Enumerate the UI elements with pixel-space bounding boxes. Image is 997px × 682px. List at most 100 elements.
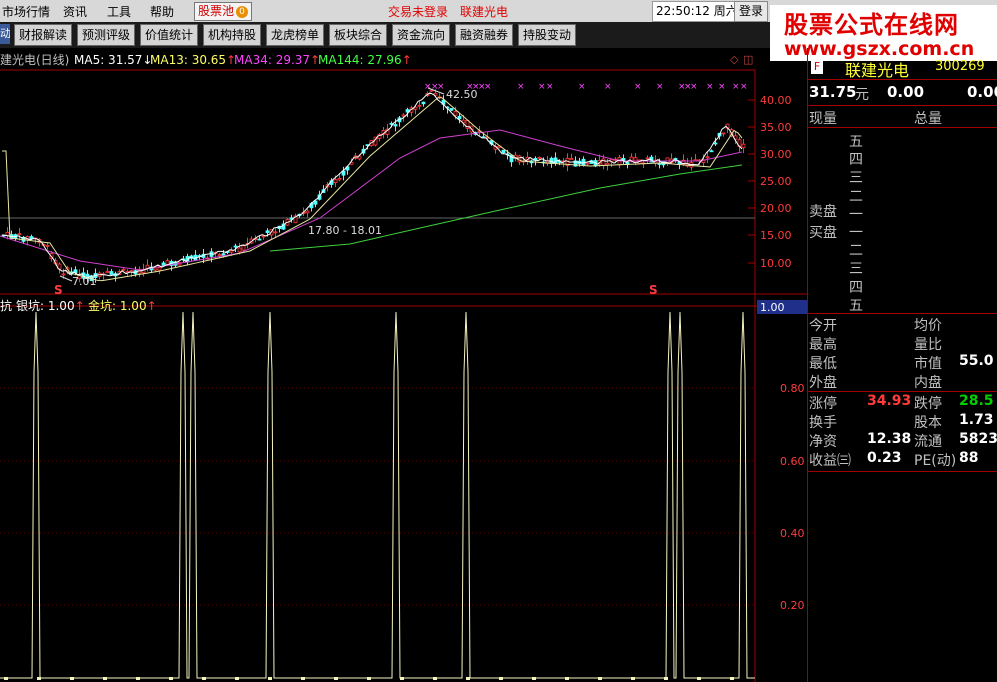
order-level-8: 四 [849,279,863,296]
sub-current-value: 1.00 [760,301,785,314]
sep-3 [807,127,997,128]
candle-body [457,115,462,120]
order-level-1: 四 [849,152,863,169]
candle-body [421,101,426,105]
tab-sector[interactable]: 板块综合 [329,24,388,46]
quote-stock-name: 联建光电 [845,61,910,80]
tab-capital-flow[interactable]: 资金流向 [392,24,451,46]
signal-x-mark: × [706,82,714,92]
menu-news[interactable]: 资讯 [63,3,87,20]
fields-left-label-0: 今开 [809,318,837,334]
price-tick-label: 35.00 [760,121,792,134]
order-level-2: 三 [849,170,863,187]
tab-value-stats[interactable]: 价值统计 [140,24,199,46]
fields2-right-value-0: 28.5 [959,393,994,409]
chart-area[interactable]: 建光电(日线) MA5: 31.57↓ MA13: 30.65↑ MA34: 2… [0,48,807,682]
candle-body [721,132,726,135]
candle-body [121,268,126,271]
signal-x-mark: × [578,82,586,92]
fields2-left-label-0: 涨停 [809,396,837,412]
pit-dot [400,677,404,680]
signal-x-mark: × [732,82,740,92]
fields2-left-value-2: 12.38 [867,431,912,447]
gold-pit-arrow: ↑ [147,299,157,313]
candle-body [273,231,278,234]
sub-tick-label: 0.60 [780,455,805,468]
sub-label-0: 抗 [0,298,12,313]
candle-body [237,247,242,253]
ma144-line [269,164,743,252]
silver-pit-value: 银坑: 1.00 [16,298,75,313]
pit-dot [664,677,668,680]
sep-4 [807,313,997,314]
low-price-pointer [59,275,73,282]
silver-pit-label: 银坑: 1.00↑ [16,298,85,313]
ma5-label: MA5: 31.57↓ [74,53,152,67]
pit-dot [301,677,305,680]
order-level-4: 一 [849,206,863,223]
signal-x-mark: × [538,82,546,92]
pit-dot [103,677,107,680]
fields-left-label-2: 最低 [809,356,837,372]
candle-body [17,233,22,236]
candle-body [333,179,338,183]
candle-body [265,230,270,233]
pit-dot [433,677,437,680]
ma144-arrow: ↑ [402,53,412,67]
quote-price: 31.75 [809,83,857,101]
candle-body [313,200,318,205]
tab-holding-change[interactable]: 持股变动 [518,24,577,46]
ma13-value: MA13: 30.65 [150,53,226,67]
price-tick-label: 10.00 [760,257,792,270]
pit-dot [235,677,239,680]
candle-body [337,178,342,181]
tab-institution-holdings[interactable]: 机构持股 [203,24,262,46]
tab-financial-report[interactable]: 财报解读 [14,24,73,46]
pit-dot [598,677,602,680]
ma13-label: MA13: 30.65↑ [150,53,236,67]
price-tick-label: 40.00 [760,94,792,107]
candle-body [585,162,590,165]
ma5-line [1,92,743,280]
candle-body [713,142,718,145]
candle-body [229,250,234,253]
menu-market[interactable]: 市场行情 [2,3,50,20]
order-level-5: 一 [849,225,863,241]
toolbar-edge-button[interactable]: 动 [0,24,10,44]
col-current-volume: 现量 [809,111,837,127]
range-label: 17.80 - 18.01 [308,224,382,237]
signal-s-marker-2: S [649,283,658,297]
ma144-label: MA144: 27.96↑ [318,53,412,67]
ma5-value: MA5: 31.57 [74,53,142,67]
window-icon[interactable]: ◫ [743,53,753,66]
sell-label: 卖盘 [809,204,837,220]
menu-tools[interactable]: 工具 [107,3,131,20]
tab-dragon-tiger[interactable]: 龙虎榜单 [266,24,325,46]
low-price-label: 7.01 [72,275,97,288]
order-level-7: 三 [849,261,863,278]
login-button[interactable]: 登录 [734,1,769,22]
signal-x-mark: × [656,82,664,92]
fields-right-label-0: 均价 [914,318,942,334]
candle-body [217,254,222,256]
silver-pit-arrow: ↑ [75,299,85,313]
fields2-left-value-0: 34.93 [867,393,912,409]
tab-margin-trading[interactable]: 融资融券 [455,24,514,46]
tab-forecast-rating[interactable]: 预测评级 [77,24,136,46]
candle-body [645,157,650,160]
pit-dot [532,677,536,680]
ma34-label: MA34: 29.37↑ [234,53,320,67]
fields2-left-value-3: 0.23 [867,450,902,466]
buy-label: 买盘 [809,225,837,241]
fields-right-label-3: 内盘 [914,375,942,391]
diamond-icon[interactable]: ◇ [730,53,739,66]
candle-body [665,157,670,163]
fields2-right-value-2: 5823 [959,431,997,447]
ma13-line [2,97,743,282]
stock-pool-button[interactable]: 股票池 0 [194,2,253,21]
candle-body [417,104,422,107]
candle-body [157,267,162,271]
candlesticks [1,89,746,283]
stock-badge: F [811,60,823,74]
menu-help[interactable]: 帮助 [150,3,174,20]
